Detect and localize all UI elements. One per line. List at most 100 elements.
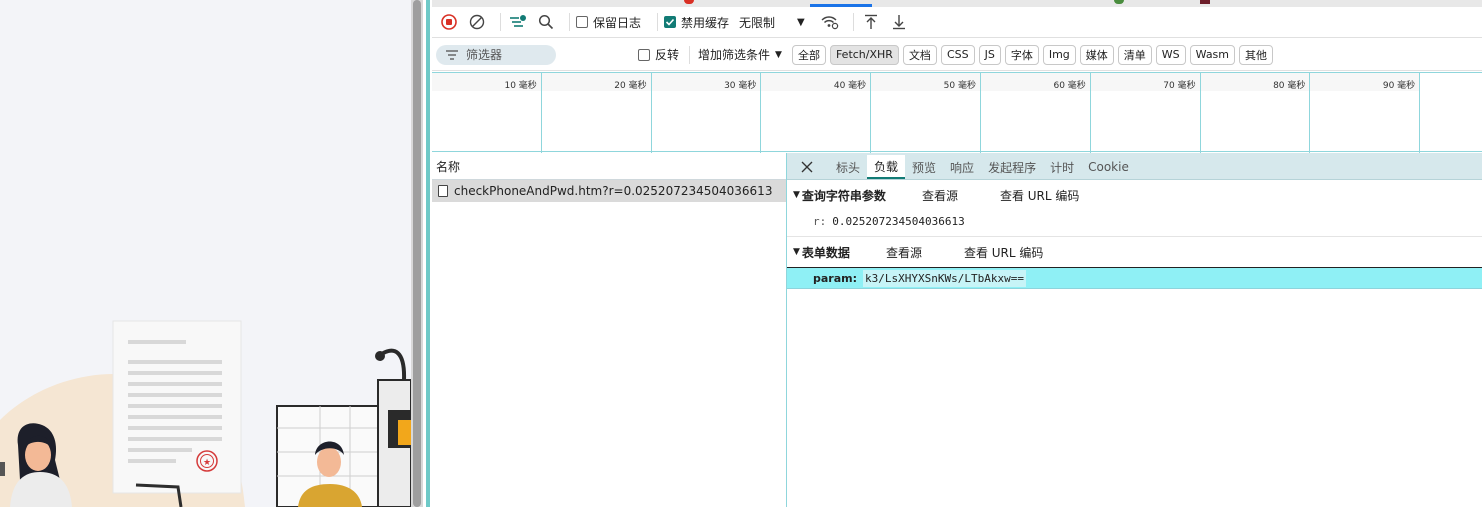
query-view-source-link[interactable]: 查看源: [922, 187, 958, 204]
disable-cache-checkbox[interactable]: 禁用缓存: [664, 14, 729, 31]
login-illustration: ★: [0, 320, 411, 507]
timeline-column: 30 毫秒: [651, 73, 762, 153]
filter-input[interactable]: 筛选器: [436, 44, 556, 65]
search-icon: [538, 14, 554, 30]
timeline-column: 10 毫秒: [432, 73, 542, 153]
clear-icon: [469, 14, 485, 30]
network-conditions-button[interactable]: [819, 11, 841, 33]
filter-bar: 筛选器 反转 增加筛选条件 ▼ 全部 Fetch/XHR 文档 CSS JS 字体 Img 媒…: [432, 39, 1482, 71]
expand-arrow-icon[interactable]: ▼: [793, 247, 800, 257]
timeline-tick-label: 10 毫秒: [504, 81, 537, 91]
file-icon: [438, 185, 448, 197]
status-indicator-icon: [1114, 0, 1124, 4]
detail-tab[interactable]: 发起程序: [981, 155, 1043, 179]
filter-icon: [446, 49, 458, 60]
preserve-log-box[interactable]: [576, 16, 588, 28]
timeline-tick-label: 90 毫秒: [1382, 81, 1416, 91]
svg-text:★: ★: [203, 458, 211, 468]
query-params-section[interactable]: ▼ 查询字符串参数 查看源 查看 URL 编码: [787, 180, 1482, 210]
detail-tab[interactable]: 标头: [829, 155, 867, 179]
devtools-resize-edge[interactable]: [423, 0, 432, 507]
detail-tab-bar: 标头 负载 预览 响应 发起程序 计时 Cookie: [787, 153, 1482, 180]
network-toolbar: 保留日志 禁用缓存 无限制 ▼: [432, 7, 1482, 38]
expand-arrow-icon[interactable]: ▼: [793, 190, 800, 200]
export-har-button[interactable]: [888, 11, 910, 33]
page-scrollbar-thumb[interactable]: [413, 0, 421, 507]
timeline-tick-label: 30 毫秒: [724, 81, 757, 91]
form-param-key: param:: [813, 271, 858, 285]
filter-type-button[interactable]: WS: [1155, 44, 1186, 65]
timeline-column: 60 毫秒: [981, 73, 1091, 153]
filter-type-button[interactable]: 其他: [1239, 44, 1274, 65]
filter-type-button[interactable]: 全部: [791, 44, 826, 65]
wifi-settings-icon: [821, 16, 838, 30]
filter-type-button[interactable]: 文档: [902, 44, 937, 65]
request-detail-panel: 标头 负载 预览 响应 发起程序 计时 Cookie ▼ 查询字符串参数 查看源 查看 UR…: [787, 153, 1482, 507]
form-param-row[interactable]: param: k3/LsXHYXSnKWs/LTbAkxw==: [787, 267, 1482, 289]
filter-type-button[interactable]: CSS: [940, 44, 975, 65]
detail-tab[interactable]: 预览: [905, 155, 943, 179]
disable-cache-label: 禁用缓存: [681, 15, 730, 30]
page-scrollbar[interactable]: [411, 0, 423, 507]
disable-cache-box[interactable]: [664, 16, 677, 28]
timeline-column: 40 毫秒: [761, 73, 872, 153]
filter-toggle-button[interactable]: [507, 11, 529, 33]
filter-type-button[interactable]: JS: [978, 44, 1001, 65]
form-data-section[interactable]: ▼ 表单数据 查看源 查看 URL 编码: [787, 237, 1482, 267]
timeline-tick-label: 60 毫秒: [1053, 81, 1086, 91]
upload-icon: [864, 14, 877, 29]
filter-type-button[interactable]: Img: [1042, 44, 1076, 65]
detail-tab[interactable]: Cookie: [1081, 155, 1136, 179]
timeline-tick-label: 70 毫秒: [1163, 81, 1196, 91]
timeline-tick-label: 20 毫秒: [614, 81, 647, 91]
throttling-select[interactable]: 无限制 ▼: [739, 14, 805, 31]
query-params-title: 查询字符串参数: [801, 188, 886, 203]
detail-tab[interactable]: 计时: [1043, 155, 1081, 179]
invert-box[interactable]: [638, 48, 650, 61]
preserve-log-checkbox[interactable]: 保留日志: [576, 14, 641, 31]
more-filters-dropdown[interactable]: 增加筛选条件 ▼: [698, 46, 782, 63]
form-view-source-link[interactable]: 查看源: [886, 244, 922, 261]
web-page-area: ★: [0, 0, 411, 507]
more-filters-label: 增加筛选条件: [698, 48, 771, 62]
name-column-header[interactable]: 名称: [436, 158, 460, 175]
devtools-tab-strip: [432, 0, 1482, 7]
invert-checkbox[interactable]: 反转: [638, 46, 679, 63]
timeline-column: 80 毫秒: [1200, 73, 1311, 153]
import-har-button[interactable]: [860, 11, 882, 33]
request-list-header[interactable]: 名称: [432, 153, 786, 180]
timeline-column: 20 毫秒: [541, 73, 652, 153]
timeline-column: 70 毫秒: [1090, 73, 1201, 153]
request-row[interactable]: checkPhoneAndPwd.htm?r=0.025207234504036…: [432, 180, 786, 202]
preserve-log-label: 保留日志: [593, 15, 642, 30]
detail-tabs: 标头 负载 预览 响应 发起程序 计时 Cookie: [829, 155, 1136, 179]
filter-type-button[interactable]: Wasm: [1189, 44, 1236, 65]
query-param-key: r:: [813, 214, 827, 228]
form-view-url-encoded-link[interactable]: 查看 URL 编码: [964, 244, 1043, 261]
filter-type-button[interactable]: Fetch/XHR: [829, 44, 899, 65]
search-button[interactable]: [535, 11, 557, 33]
resource-type-filters: 全部 Fetch/XHR 文档 CSS JS 字体 Img 媒体 清单 WS Wasm 其他: [791, 44, 1277, 65]
filter-type-button[interactable]: 清单: [1117, 44, 1152, 65]
error-indicator-icon: [684, 0, 694, 4]
query-view-url-encoded-link[interactable]: 查看 URL 编码: [1000, 187, 1079, 204]
chevron-down-icon: ▼: [797, 16, 805, 28]
filter-type-button[interactable]: 字体: [1004, 44, 1039, 65]
timeline-column: 50 毫秒: [871, 73, 981, 153]
timeline-column: 90 毫秒: [1310, 73, 1421, 153]
timeline-overview[interactable]: 10 毫秒 20 毫秒 30 毫秒 40 毫秒 50 毫秒 60 毫秒 70 毫秒 80 毫秒…: [432, 72, 1482, 153]
request-name: checkPhoneAndPwd.htm?r=0.025207234504036…: [454, 184, 773, 198]
filter-settings-icon: [510, 15, 526, 27]
invert-label: 反转: [655, 48, 680, 62]
record-button[interactable]: [438, 11, 460, 33]
clear-button[interactable]: [466, 11, 488, 33]
detail-tab[interactable]: 负载: [867, 155, 906, 179]
form-data-title: 表单数据: [801, 245, 850, 260]
detail-tab[interactable]: 响应: [943, 155, 981, 179]
form-param-value[interactable]: k3/LsXHYXSnKWs/LTbAkxw==: [863, 269, 1026, 287]
timeline-tick-label: 80 毫秒: [1273, 81, 1306, 91]
filter-type-button[interactable]: 媒体: [1079, 44, 1114, 65]
checkmark-icon: [665, 18, 675, 26]
request-list: 名称 checkPhoneAndPwd.htm?r=0.025207234504…: [432, 153, 787, 507]
close-detail-button[interactable]: [799, 155, 815, 179]
